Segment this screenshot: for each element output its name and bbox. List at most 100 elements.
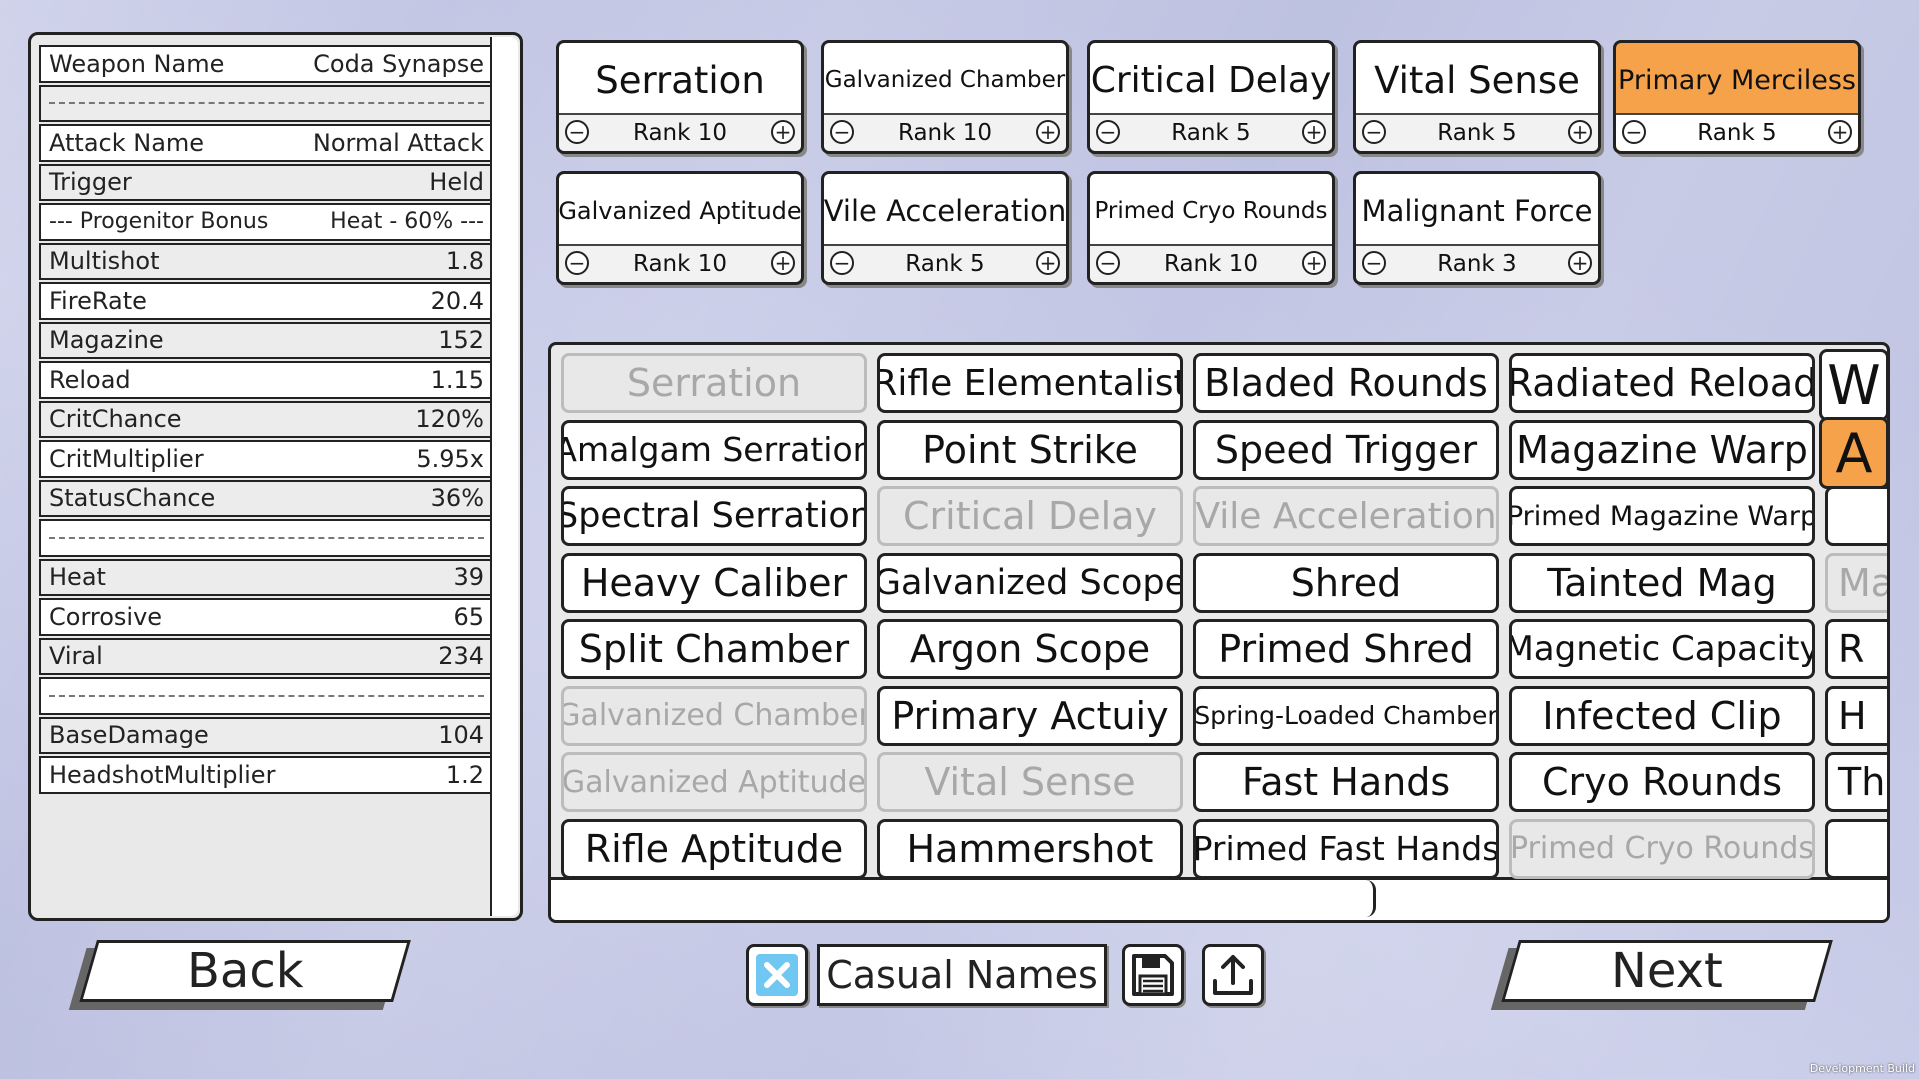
- mod-grid-scroll-thumb[interactable]: [551, 880, 1376, 917]
- plus-icon: +: [1305, 120, 1323, 144]
- mod-button[interactable]: Split Chamber: [561, 619, 867, 679]
- stat-label: CritMultiplier: [49, 444, 204, 473]
- mod-button[interactable]: Radiated Reload: [1509, 353, 1815, 413]
- mod-button[interactable]: Magnetic Capacity: [1509, 619, 1815, 679]
- rank-decrease-button[interactable]: −: [565, 120, 589, 144]
- mod-button-partial[interactable]: [1825, 818, 1887, 879]
- mod-button[interactable]: Spectral Serration: [561, 486, 867, 546]
- mod-button-partial[interactable]: R: [1825, 619, 1887, 679]
- stat-value: 1.2: [445, 760, 484, 789]
- mod-button[interactable]: Magazine Warp: [1509, 419, 1815, 480]
- mod-button[interactable]: Serration: [561, 353, 867, 413]
- rank-increase-button[interactable]: +: [1828, 120, 1852, 144]
- mod-button[interactable]: Tainted Mag: [1509, 552, 1815, 613]
- plus-icon: +: [774, 120, 792, 144]
- rank-decrease-button[interactable]: −: [1622, 120, 1646, 144]
- stat-value: Normal Attack: [312, 128, 484, 157]
- mod-category-tab[interactable]: W: [1819, 349, 1887, 421]
- mod-slot[interactable]: Critical Delay − Rank 5 +: [1087, 40, 1335, 154]
- mod-button[interactable]: Galvanized Aptitude: [561, 752, 867, 812]
- plus-icon: +: [1039, 251, 1057, 275]
- mod-button[interactable]: Galvanized Scope: [877, 552, 1183, 613]
- mod-button[interactable]: Rifle Aptitude: [561, 818, 867, 879]
- mod-button-partial[interactable]: H: [1825, 685, 1887, 746]
- mod-button[interactable]: Critical Delay: [877, 486, 1183, 546]
- mod-button-partial[interactable]: Ma: [1825, 552, 1887, 613]
- mod-button[interactable]: Galvanized Chamber: [561, 685, 867, 746]
- rank-increase-button[interactable]: +: [1568, 120, 1592, 144]
- mod-button[interactable]: Hammershot: [877, 818, 1183, 879]
- stat-label: Corrosive: [49, 602, 163, 631]
- export-button[interactable]: [1202, 944, 1264, 1006]
- next-button[interactable]: Next: [1501, 940, 1833, 1002]
- rank-decrease-button[interactable]: −: [1362, 120, 1386, 144]
- mod-button[interactable]: Vital Sense: [877, 752, 1183, 812]
- rank-decrease-button[interactable]: −: [830, 120, 854, 144]
- mod-button[interactable]: Primary Actuiy: [877, 685, 1183, 746]
- minus-icon: −: [1365, 120, 1383, 144]
- mod-slot[interactable]: Vital Sense − Rank 5 +: [1353, 40, 1601, 154]
- mod-slot-name: Primary Merciless: [1618, 64, 1856, 96]
- mod-slot[interactable]: Galvanized Chamber − Rank 10 +: [821, 40, 1069, 154]
- mod-button[interactable]: Bladed Rounds: [1193, 353, 1499, 413]
- mod-button[interactable]: Fast Hands: [1193, 752, 1499, 812]
- mod-slot[interactable]: Malignant Force − Rank 3 +: [1353, 171, 1601, 285]
- rank-increase-button[interactable]: +: [1302, 120, 1326, 144]
- mod-slot[interactable]: Serration − Rank 10 +: [556, 40, 804, 154]
- save-button[interactable]: [1122, 944, 1184, 1006]
- mod-button[interactable]: Speed Trigger: [1193, 419, 1499, 480]
- plus-icon: +: [1305, 251, 1323, 275]
- mod-slot-rank: Rank 5: [1171, 120, 1251, 146]
- mod-button[interactable]: Argon Scope: [877, 619, 1183, 679]
- rank-increase-button[interactable]: +: [1568, 251, 1592, 275]
- stat-separator: [39, 84, 494, 122]
- save-floppy-icon: [1132, 954, 1174, 996]
- mod-button[interactable]: Shred: [1193, 552, 1499, 613]
- mod-slot-rank: Rank 10: [1163, 251, 1259, 277]
- mod-slot[interactable]: Vile Acceleration − Rank 5 +: [821, 171, 1069, 285]
- rank-increase-button[interactable]: +: [1036, 251, 1060, 275]
- rank-decrease-button[interactable]: −: [1362, 251, 1386, 275]
- rank-increase-button[interactable]: +: [1302, 251, 1326, 275]
- separator-line: [49, 536, 484, 539]
- stat-value: Heat - 60% ---: [330, 209, 484, 235]
- mod-button[interactable]: Vile Acceleration: [1193, 486, 1499, 546]
- rank-decrease-button[interactable]: −: [1096, 251, 1120, 275]
- mod-button[interactable]: Spring-Loaded Chamber: [1193, 685, 1499, 746]
- mod-slot[interactable]: Primary Merciless − Rank 5 +: [1613, 40, 1861, 154]
- stats-panel: Weapon Name Coda Synapse Attack Name Normal…: [28, 32, 523, 921]
- stat-label: Magazine: [49, 326, 164, 355]
- rank-increase-button[interactable]: +: [771, 251, 795, 275]
- mod-slot-name: Galvanized Aptitude: [559, 197, 801, 225]
- stat-value: 1.8: [445, 247, 484, 276]
- mod-grid-scrollbar[interactable]: [551, 877, 1887, 920]
- mod-button[interactable]: Primed Magazine Warp: [1509, 486, 1815, 546]
- mod-slot-name: Primed Cryo Rounds: [1094, 198, 1328, 224]
- mod-button[interactable]: Cryo Rounds: [1509, 752, 1815, 812]
- mod-slot-name: Vital Sense: [1374, 58, 1580, 102]
- mod-button[interactable]: Infected Clip: [1509, 685, 1815, 746]
- rank-decrease-button[interactable]: −: [565, 251, 589, 275]
- mod-button[interactable]: Primed Cryo Rounds: [1509, 818, 1815, 879]
- minus-icon: −: [833, 120, 851, 144]
- mod-button[interactable]: Heavy Caliber: [561, 552, 867, 613]
- mod-button[interactable]: Primed Shred: [1193, 619, 1499, 679]
- rank-decrease-button[interactable]: −: [1096, 120, 1120, 144]
- mod-slot[interactable]: Primed Cryo Rounds − Rank 10 +: [1087, 171, 1335, 285]
- stats-scrollbar[interactable]: [490, 37, 518, 916]
- back-button[interactable]: Back: [79, 940, 411, 1002]
- rank-decrease-button[interactable]: −: [830, 251, 854, 275]
- mod-button-partial[interactable]: The: [1825, 752, 1887, 812]
- mod-button[interactable]: Rifle Elementalist: [877, 353, 1183, 413]
- mod-button[interactable]: Amalgam Serration: [561, 419, 867, 480]
- mod-button[interactable]: Point Strike: [877, 419, 1183, 480]
- minus-icon: −: [1365, 251, 1383, 275]
- mod-button[interactable]: Primed Fast Hands: [1193, 818, 1499, 879]
- stat-label: Viral: [49, 642, 103, 671]
- rank-increase-button[interactable]: +: [1036, 120, 1060, 144]
- mod-slot[interactable]: Galvanized Aptitude − Rank 10 +: [556, 171, 804, 285]
- mod-category-tab[interactable]: A: [1819, 417, 1887, 489]
- rank-increase-button[interactable]: +: [771, 120, 795, 144]
- mod-button-partial[interactable]: [1825, 486, 1887, 546]
- casual-names-checkbox[interactable]: [746, 944, 808, 1006]
